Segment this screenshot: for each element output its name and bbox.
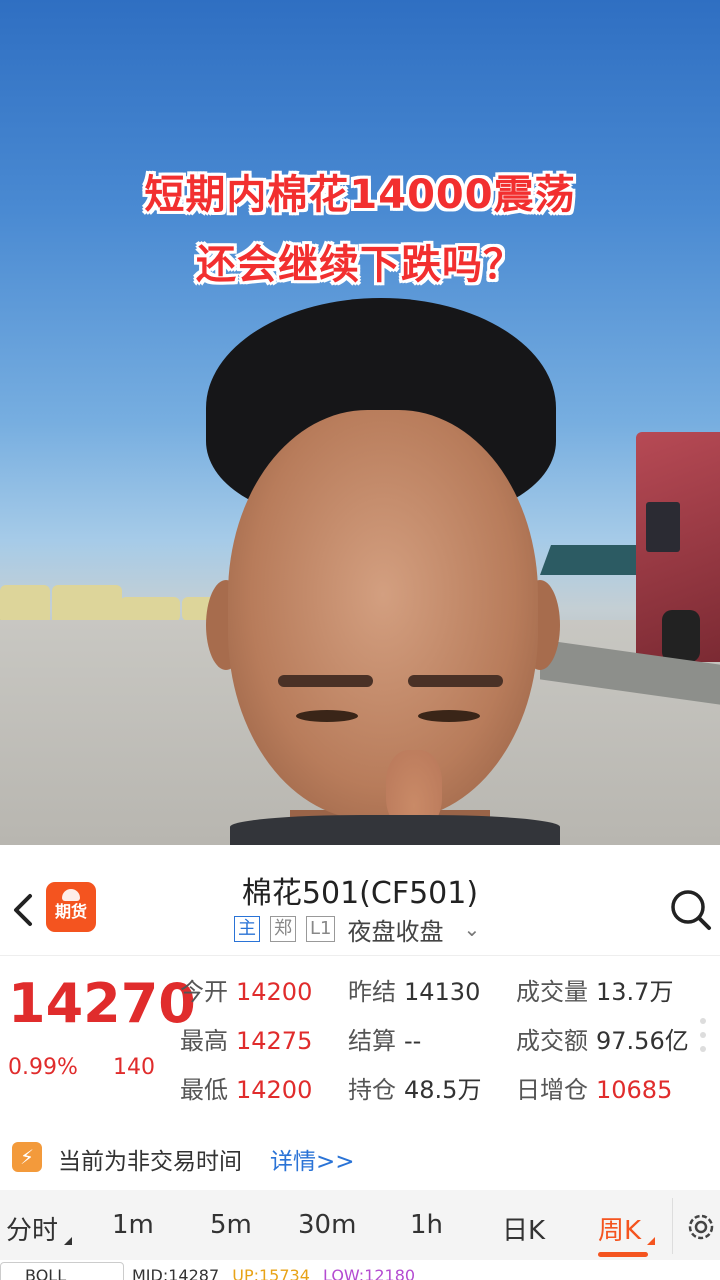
truck-wheel — [662, 610, 700, 662]
tab-1h[interactable]: 1h — [410, 1210, 443, 1240]
last-price: 14270 — [8, 972, 196, 1035]
indicator-up: UP:15734 — [232, 1266, 310, 1280]
stat-daily-oi-change: 日增仓 10685 — [516, 1076, 673, 1104]
hay-stack — [52, 585, 122, 625]
gear-icon[interactable] — [684, 1210, 718, 1244]
tab-daily-k[interactable]: 日K — [502, 1210, 545, 1247]
stat-high: 最高 14275 — [180, 1027, 313, 1055]
stat-turnover: 成交额 97.56亿 — [516, 1027, 689, 1055]
contract-tags: 主 郑 L1 夜盘收盘 ⌄ — [234, 912, 480, 947]
stat-low: 最低 14200 — [180, 1076, 313, 1104]
hay-stack — [120, 597, 180, 622]
hay-stack — [0, 585, 50, 625]
stat-prev-settle: 昨结 14130 — [348, 978, 481, 1006]
indicator-select[interactable]: BOLL — [0, 1262, 124, 1280]
indicator-values: MID:14287 UP:15734 LOW:12180 — [132, 1266, 415, 1280]
period-tabs: 分时 1m 5m 30m 1h 日K 周K — [0, 1190, 720, 1260]
contract-title: 棉花501(CF501) — [241, 876, 479, 911]
right-brow — [408, 675, 503, 687]
shirt — [230, 815, 560, 845]
stat-open: 今开 14200 — [180, 978, 313, 1006]
tab-30m[interactable]: 30m — [298, 1210, 356, 1240]
lightning-icon: ⚡ — [12, 1142, 42, 1172]
indicator-mid: MID:14287 — [132, 1266, 220, 1280]
video-caption-line2: 还会继续下跌吗？ — [196, 242, 524, 288]
notice-details-link[interactable]: 详情>> — [270, 1142, 355, 1176]
indicator-low: LOW:12180 — [322, 1266, 416, 1280]
tag-main: 主 — [234, 916, 260, 942]
tag-exchange: 郑 — [270, 916, 296, 942]
tab-weekly-k[interactable]: 周K — [598, 1210, 656, 1247]
notice-bar: ⚡ 当前为非交易时间 详情>> — [0, 1128, 720, 1186]
active-tab-underline — [598, 1252, 648, 1257]
person-head — [200, 290, 560, 845]
change-value: 140 — [113, 1055, 155, 1080]
tab-1m[interactable]: 1m — [112, 1210, 154, 1240]
left-brow — [278, 675, 373, 687]
indicator-bar: BOLL MID:14287 UP:15734 LOW:12180 — [0, 1260, 720, 1280]
change-percent: 0.99% — [8, 1055, 78, 1080]
divider — [672, 1198, 673, 1254]
more-dots-icon[interactable] — [700, 1018, 706, 1060]
stat-volume: 成交量 13.7万 — [516, 978, 674, 1006]
stat-open-interest: 持仓 48.5万 — [348, 1076, 482, 1104]
chevron-down-icon[interactable]: ⌄ — [463, 917, 480, 941]
session-status[interactable]: 夜盘收盘 — [347, 912, 443, 947]
video-frame[interactable]: 短期内棉花14000震荡 还会继续下跌吗？ — [0, 0, 720, 845]
tab-5m[interactable]: 5m — [210, 1210, 252, 1240]
left-eye — [296, 710, 358, 722]
tab-timeshare[interactable]: 分时 — [6, 1210, 73, 1247]
right-eye — [418, 710, 480, 722]
video-caption-line1: 短期内棉花14000震荡 — [144, 172, 576, 218]
tag-level: L1 — [306, 916, 336, 942]
notice-text: 当前为非交易时间 — [58, 1149, 242, 1175]
face — [228, 410, 538, 830]
divider — [0, 955, 720, 956]
search-icon[interactable] — [668, 887, 712, 931]
stat-settle: 结算 -- — [348, 1027, 422, 1055]
